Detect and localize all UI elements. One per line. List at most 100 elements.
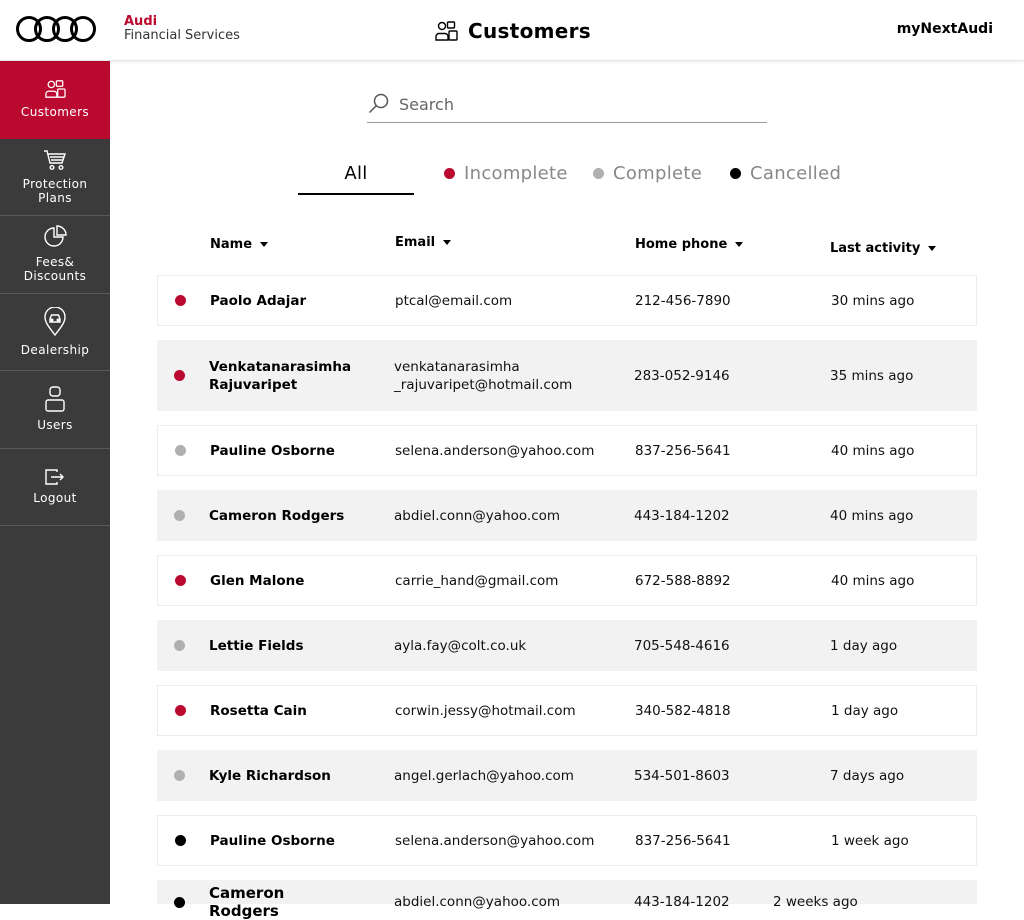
sidebar-item-logout[interactable]: Logout bbox=[0, 449, 110, 526]
sort-caret-icon bbox=[735, 242, 744, 247]
status-dot-icon bbox=[175, 575, 186, 586]
page-title: Customers bbox=[434, 17, 591, 45]
status-dot-icon bbox=[175, 445, 186, 456]
row-name: Lettie Fields bbox=[209, 637, 304, 654]
row-name: Cameron Rodgers bbox=[209, 507, 345, 524]
row-phone: 837-256-5641 bbox=[635, 442, 731, 459]
row-email: abdiel.conn@yahoo.com bbox=[394, 894, 561, 910]
sidebar-item-protection-plans[interactable]: Protection Plans bbox=[0, 139, 110, 216]
row-name: Cameron Rodgers bbox=[209, 884, 285, 920]
brand-name: Audi Financial Services bbox=[124, 15, 240, 43]
sidebar: Customers Protection Plans Fees& Discoun… bbox=[0, 61, 110, 904]
sidebar-item-label: Fees& Discounts bbox=[23, 255, 87, 284]
brand-financial-services: Financial Services bbox=[124, 28, 240, 43]
status-dot-icon bbox=[175, 835, 186, 846]
top-header: Audi Financial Services Customers myNext… bbox=[0, 0, 1024, 61]
row-phone: 534-501-8603 bbox=[634, 767, 730, 784]
column-header-name[interactable]: Name bbox=[210, 237, 269, 252]
column-header-label: Name bbox=[210, 237, 253, 252]
row-name: Pauline Osborne bbox=[210, 832, 335, 849]
row-email: corwin.jessy@hotmail.com bbox=[395, 702, 576, 719]
table-row[interactable]: Paolo Adajar ptcal@email.com 212-456-789… bbox=[157, 275, 977, 326]
tab-label: Complete bbox=[613, 163, 703, 184]
sort-caret-icon bbox=[260, 242, 269, 247]
sidebar-item-customers[interactable]: Customers bbox=[0, 61, 110, 139]
table-row[interactable]: Pauline Osborne selena.anderson@yahoo.co… bbox=[157, 815, 977, 866]
customers-icon bbox=[435, 21, 458, 41]
page-title-text: Customers bbox=[468, 19, 591, 43]
table-row[interactable]: Cameron Rodgers abdiel.conn@yahoo.com 44… bbox=[157, 880, 977, 920]
cancelled-dot-icon bbox=[730, 168, 741, 179]
row-name: Pauline Osborne bbox=[210, 442, 335, 459]
tab-incomplete[interactable]: Incomplete bbox=[444, 163, 568, 184]
search-input[interactable] bbox=[399, 90, 759, 118]
audi-rings-logo[interactable] bbox=[15, 14, 97, 44]
table-row[interactable]: Venkatanarasimha Rajuvaripet venkatanara… bbox=[157, 340, 977, 411]
sidebar-item-label: Customers bbox=[20, 105, 90, 120]
row-name: Rosetta Cain bbox=[210, 702, 307, 719]
table-row[interactable]: Cameron Rodgers abdiel.conn@yahoo.com 44… bbox=[157, 490, 977, 541]
incomplete-dot-icon bbox=[444, 168, 455, 179]
row-phone: 705-548-4616 bbox=[634, 637, 730, 654]
row-email: ptcal@email.com bbox=[395, 292, 513, 309]
row-last-activity: 35 mins ago bbox=[830, 367, 914, 384]
sidebar-item-fees-discounts[interactable]: Fees& Discounts bbox=[0, 216, 110, 294]
row-email: carrie_hand@gmail.com bbox=[395, 572, 559, 589]
table-row[interactable]: Kyle Richardson angel.gerlach@yahoo.com … bbox=[157, 750, 977, 801]
table-row[interactable]: Rosetta Cain corwin.jessy@hotmail.com 34… bbox=[157, 685, 977, 736]
row-last-activity: 7 days ago bbox=[830, 767, 905, 784]
column-header-home-phone[interactable]: Home phone bbox=[635, 237, 744, 252]
table-row[interactable]: Lettie Fields ayla.fay@colt.co.uk 705-54… bbox=[157, 620, 977, 671]
tab-label: Incomplete bbox=[464, 163, 568, 184]
status-dot-icon bbox=[174, 640, 185, 651]
tab-cancelled[interactable]: Cancelled bbox=[730, 163, 841, 184]
status-filter-tabs: All Incomplete Complete Cancelled bbox=[298, 163, 858, 195]
search-icon[interactable] bbox=[368, 93, 390, 115]
sidebar-item-label: Logout bbox=[33, 490, 77, 505]
sidebar-item-users[interactable]: Users bbox=[0, 371, 110, 449]
sort-caret-icon bbox=[928, 246, 937, 251]
row-last-activity: 40 mins ago bbox=[831, 442, 915, 459]
pie-chart-icon bbox=[44, 225, 67, 247]
tab-label: Cancelled bbox=[750, 163, 842, 184]
row-phone: 340-582-4818 bbox=[635, 702, 731, 719]
sidebar-item-dealership[interactable]: Dealership bbox=[0, 294, 110, 371]
sidebar-item-label: Protection Plans bbox=[22, 176, 88, 205]
table-header: Name Email Home phone Last activity bbox=[157, 232, 977, 262]
table-row[interactable]: Pauline Osborne selena.anderson@yahoo.co… bbox=[157, 425, 977, 476]
cart-icon bbox=[44, 150, 66, 170]
row-email: abdiel.conn@yahoo.com bbox=[394, 507, 561, 524]
complete-dot-icon bbox=[593, 168, 604, 179]
row-email: venkatanarasimha _rajuvaripet@hotmail.co… bbox=[394, 358, 573, 393]
row-email: angel.gerlach@yahoo.com bbox=[394, 767, 574, 784]
sort-caret-icon bbox=[443, 240, 452, 245]
tab-complete[interactable]: Complete bbox=[593, 163, 702, 184]
row-last-activity: 30 mins ago bbox=[831, 292, 915, 309]
row-last-activity: 1 day ago bbox=[830, 637, 898, 654]
mynextaudi-link[interactable]: myNextAudi bbox=[897, 21, 993, 37]
location-pin-icon bbox=[44, 306, 66, 336]
logout-icon bbox=[45, 469, 64, 485]
row-email: ayla.fay@colt.co.uk bbox=[394, 637, 527, 654]
column-header-email[interactable]: Email bbox=[395, 235, 452, 250]
row-email: selena.anderson@yahoo.com bbox=[395, 832, 595, 849]
sidebar-item-label: Users bbox=[37, 418, 73, 433]
column-header-label: Last activity bbox=[830, 241, 921, 256]
row-last-activity: 1 day ago bbox=[831, 702, 899, 719]
row-phone: 283-052-9146 bbox=[634, 367, 730, 384]
brand-audi: Audi bbox=[124, 14, 158, 29]
row-name: Kyle Richardson bbox=[209, 767, 331, 784]
row-name: Venkatanarasimha Rajuvaripet bbox=[209, 358, 352, 393]
row-last-activity: 40 mins ago bbox=[830, 507, 914, 524]
row-phone: 443-184-1202 bbox=[634, 894, 730, 910]
row-last-activity: 1 week ago bbox=[831, 832, 909, 849]
customers-icon bbox=[45, 80, 66, 99]
table-row[interactable]: Glen Malone carrie_hand@gmail.com 672-58… bbox=[157, 555, 977, 606]
row-phone: 212-456-7890 bbox=[635, 292, 731, 309]
status-dot-icon bbox=[174, 770, 185, 781]
column-header-label: Email bbox=[395, 235, 436, 250]
sidebar-item-label: Dealership bbox=[20, 342, 90, 357]
column-header-last-activity[interactable]: Last activity bbox=[830, 241, 937, 256]
tab-all[interactable]: All bbox=[298, 163, 414, 195]
status-dot-icon bbox=[174, 896, 185, 908]
